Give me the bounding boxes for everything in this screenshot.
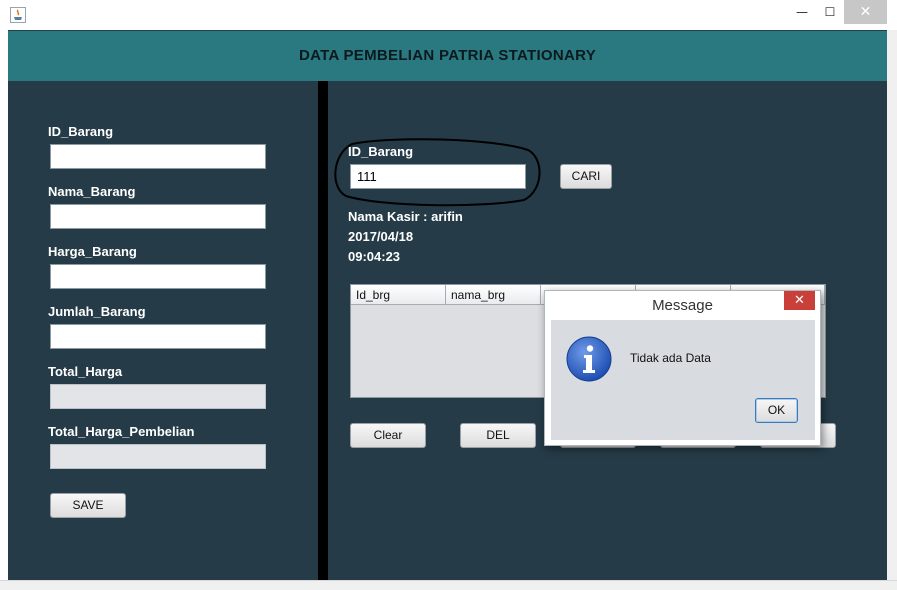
window-edge [887, 30, 897, 590]
jumlah-barang-input[interactable] [50, 324, 266, 349]
clear-button[interactable]: Clear [350, 423, 426, 448]
column-header-nama-brg[interactable]: nama_brg [446, 285, 541, 305]
jumlah-barang-label: Jumlah_Barang [48, 304, 146, 319]
minimize-button[interactable]: — [788, 0, 816, 24]
cari-button[interactable]: CARI [560, 164, 612, 189]
save-button[interactable]: SAVE [50, 493, 126, 518]
nama-barang-input[interactable] [50, 204, 266, 229]
dialog-close-button[interactable]: ✕ [784, 291, 815, 310]
harga-barang-label: Harga_Barang [48, 244, 137, 259]
dialog-title: Message [652, 297, 713, 314]
maximize-button[interactable]: ☐ [816, 0, 844, 24]
search-id-barang-input[interactable] [350, 164, 526, 189]
total-harga-field [50, 384, 266, 409]
search-id-barang-label: ID_Barang [348, 144, 414, 159]
bottom-strip [0, 580, 897, 590]
window-titlebar [0, 0, 897, 30]
id-barang-label: ID_Barang [48, 124, 114, 139]
column-header-id-brg[interactable]: Id_brg [351, 285, 446, 305]
total-harga-pembelian-label: Total_Harga_Pembelian [48, 424, 195, 439]
kasir-label: Nama Kasir : arifin [348, 209, 463, 224]
panel-divider [318, 81, 328, 580]
java-app-icon [10, 7, 26, 23]
id-barang-input[interactable] [50, 144, 266, 169]
ok-button[interactable]: OK [755, 398, 798, 423]
total-harga-pembelian-field [50, 444, 266, 469]
page-title: DATA PEMBELIAN PATRIA STATIONARY [298, 47, 597, 64]
total-harga-label: Total_Harga [48, 364, 123, 379]
time-label: 09:04:23 [348, 249, 401, 264]
nama-barang-label: Nama_Barang [48, 184, 136, 199]
harga-barang-input[interactable] [50, 264, 266, 289]
info-icon [566, 336, 612, 382]
del-button[interactable]: DEL [460, 423, 536, 448]
window-close-button[interactable]: ✕ [844, 0, 887, 24]
date-label: 2017/04/18 [348, 229, 414, 244]
dialog-message: Tidak ada Data [630, 351, 711, 365]
